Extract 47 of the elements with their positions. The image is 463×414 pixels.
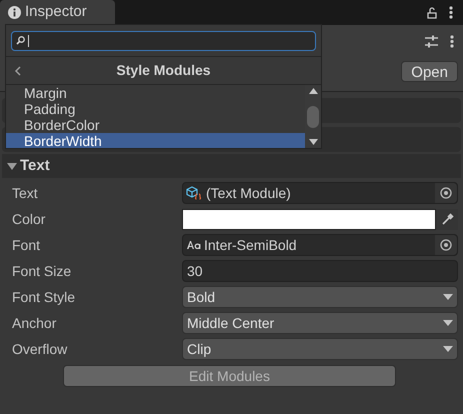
field-value: Inter-SemiBold (204, 236, 298, 254)
caret-icon (443, 320, 453, 326)
dropdown[interactable]: Middle Center (182, 312, 458, 334)
module-list-item[interactable]: BorderWidth (6, 133, 305, 148)
field-label: Font (12, 236, 42, 254)
sliders-icon[interactable] (425, 34, 438, 48)
open-button[interactable]: Open (401, 61, 458, 82)
search-field[interactable] (11, 30, 316, 50)
field-label: Color (12, 210, 46, 228)
object-picker-button[interactable] (435, 183, 457, 203)
color-swatch[interactable] (182, 208, 436, 230)
kebab-menu-icon[interactable] (450, 34, 454, 48)
object-field[interactable]: Inter-SemiBold (182, 234, 458, 256)
module-list-item[interactable]: BorderColor (6, 117, 305, 133)
inspector-tab[interactable]: Inspector (0, 0, 115, 25)
caret-icon (443, 346, 453, 352)
object-field[interactable]: (Text Module) (182, 182, 458, 204)
section-header[interactable]: Text (2, 154, 461, 178)
eyedropper-icon (440, 212, 454, 226)
target-icon (440, 187, 452, 199)
kebab-menu-icon[interactable] (449, 6, 453, 19)
back-chevron-icon[interactable] (14, 66, 21, 76)
popup-title: Style Modules (116, 61, 211, 80)
info-icon (8, 6, 21, 19)
scrollbar[interactable] (305, 85, 321, 148)
scroll-thumb[interactable] (307, 106, 319, 128)
field-label: Font Size (12, 262, 72, 280)
dropdown[interactable]: Bold (182, 286, 458, 308)
cube-icon (186, 186, 202, 200)
module-list-item[interactable]: Padding (6, 101, 305, 117)
font-icon (187, 241, 201, 249)
object-picker-button[interactable] (435, 235, 457, 255)
field-label: Text (12, 184, 39, 202)
dropdown[interactable]: Clip (182, 338, 458, 360)
target-icon (440, 239, 452, 251)
number-field[interactable]: 30 (182, 260, 458, 282)
caret-icon (443, 294, 453, 300)
field-label: Overflow (12, 340, 68, 358)
search-icon (16, 36, 25, 45)
module-list-item[interactable]: Margin (6, 85, 305, 101)
field-label: Font Style (12, 288, 76, 307)
field-value: (Text Module) (206, 184, 292, 203)
scroll-up-icon[interactable] (308, 88, 318, 94)
scroll-down-icon[interactable] (308, 139, 318, 145)
field-label: Anchor (12, 314, 58, 332)
lock-icon[interactable] (427, 6, 437, 18)
section-title: Text (20, 156, 50, 176)
